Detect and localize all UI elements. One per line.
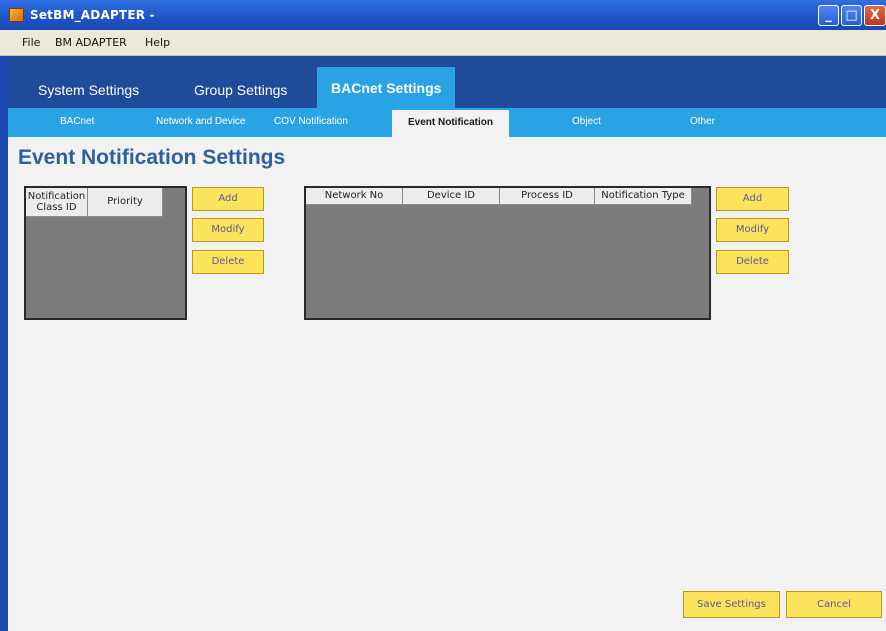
right-modify-button[interactable]: Modify <box>716 218 789 242</box>
maximize-button[interactable]: □ <box>841 5 862 26</box>
column-header-priority[interactable]: Priority <box>88 188 163 217</box>
page-title: Event Notification Settings <box>18 146 286 169</box>
save-settings-button[interactable]: Save Settings <box>683 591 780 618</box>
subtab-network-and-device[interactable]: Network and Device <box>156 116 245 127</box>
column-header-network-no[interactable]: Network No <box>306 188 403 205</box>
window-title: SetBM_ADAPTER - <box>30 8 155 22</box>
subtab-bacnet[interactable]: BACnet <box>60 116 94 127</box>
column-header-line: Notification <box>27 191 86 202</box>
main-tab-bar: System Settings Group Settings BACnet Se… <box>8 56 886 108</box>
column-header-device-id[interactable]: Device ID <box>403 188 500 205</box>
right-delete-button[interactable]: Delete <box>716 250 789 274</box>
subtab-cov-notification[interactable]: COV Notification <box>274 116 348 127</box>
left-modify-button[interactable]: Modify <box>192 218 264 242</box>
cancel-button[interactable]: Cancel <box>786 591 882 618</box>
tab-group-settings[interactable]: Group Settings <box>194 82 287 98</box>
minimize-icon: _ <box>825 8 832 23</box>
menu-bm-adapter[interactable]: BM ADAPTER <box>55 36 127 49</box>
subtab-other[interactable]: Other <box>690 116 715 127</box>
column-header-notification-type[interactable]: Notification Type <box>595 188 692 205</box>
menu-help[interactable]: Help <box>145 36 170 49</box>
tab-system-settings[interactable]: System Settings <box>38 82 139 98</box>
close-icon: X <box>869 8 881 23</box>
window-border <box>0 56 8 631</box>
sub-tab-bar: BACnet Network and Device COV Notificati… <box>8 108 886 137</box>
event-recipient-grid[interactable]: Network No Device ID Process ID Notifica… <box>304 186 711 320</box>
column-header-line: Class ID <box>36 202 77 213</box>
notification-class-grid[interactable]: Notification Class ID Priority <box>24 186 187 320</box>
tab-bacnet-settings[interactable]: BACnet Settings <box>317 67 456 108</box>
column-header-notification-class-id[interactable]: Notification Class ID <box>26 188 88 217</box>
subtab-object[interactable]: Object <box>572 116 601 127</box>
right-add-button[interactable]: Add <box>716 187 789 211</box>
close-button[interactable]: X <box>864 5 886 26</box>
subtab-event-notification[interactable]: Event Notification <box>392 110 510 137</box>
title-bar: SetBM_ADAPTER - _ □ X <box>0 0 886 30</box>
minimize-button[interactable]: _ <box>818 5 839 26</box>
menu-file[interactable]: File <box>22 36 40 49</box>
left-add-button[interactable]: Add <box>192 187 264 211</box>
left-delete-button[interactable]: Delete <box>192 250 264 274</box>
column-header-process-id[interactable]: Process ID <box>500 188 595 205</box>
menu-bar: File BM ADAPTER Help <box>0 30 886 56</box>
app-icon <box>9 8 24 22</box>
maximize-icon: □ <box>845 8 858 23</box>
